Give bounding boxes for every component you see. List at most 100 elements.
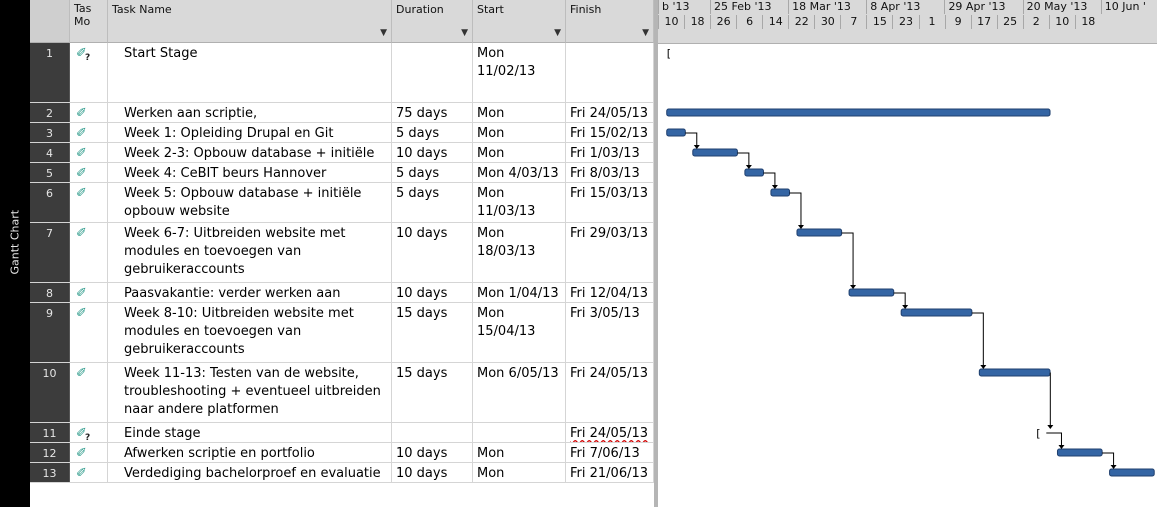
start-cell[interactable]: Mon 1/04/13 — [473, 283, 566, 302]
task-mode-cell[interactable]: ✐ — [70, 363, 108, 422]
row-id-cell[interactable]: 9 — [30, 303, 70, 362]
chevron-down-icon[interactable]: ▼ — [380, 28, 387, 38]
task-mode-cell[interactable]: ✐? — [70, 423, 108, 442]
task-bar[interactable] — [900, 308, 973, 317]
task-bar[interactable] — [1109, 468, 1155, 477]
duration-cell[interactable]: 5 days — [392, 123, 473, 142]
task-row[interactable]: 5 ✐ Week 4: CeBIT beurs Hannover 5 days Mon … — [30, 163, 654, 183]
task-row[interactable]: 3 ✐ Week 1: Opleiding Drupal en Git 5 days M… — [30, 123, 654, 143]
task-bar[interactable] — [666, 128, 686, 137]
task-bar[interactable] — [1056, 448, 1103, 457]
task-mode-cell[interactable]: ✐ — [70, 463, 108, 482]
finish-cell[interactable]: Fri 24/05/13 — [566, 423, 654, 442]
finish-cell[interactable]: Fri 21/06/13 — [566, 463, 654, 482]
column-header-task-name[interactable]: Task Name ▼ — [108, 0, 392, 43]
task-name-cell[interactable]: Week 8-10: Uitbreiden website met module… — [108, 303, 392, 362]
task-bar[interactable] — [744, 168, 764, 177]
start-cell[interactable]: Mon 4/03/13 — [473, 163, 566, 182]
task-mode-cell[interactable]: ✐ — [70, 443, 108, 462]
task-name-cell[interactable]: Paasvakantie: verder werken aan website — [108, 283, 392, 302]
start-cell[interactable]: Mon 11/02/13 — [473, 123, 566, 142]
task-mode-cell[interactable]: ✐ — [70, 163, 108, 182]
start-cell[interactable] — [473, 423, 566, 442]
task-name-cell[interactable]: Afwerken scriptie en portfolio — [108, 443, 392, 462]
duration-cell[interactable]: 10 days — [392, 223, 473, 282]
task-name-cell[interactable]: Week 2-3: Opbouw database + initiële opb… — [108, 143, 392, 162]
duration-cell[interactable] — [392, 43, 473, 102]
task-row[interactable]: 7 ✐ Week 6-7: Uitbreiden website met modul… — [30, 223, 654, 283]
chevron-down-icon[interactable]: ▼ — [461, 28, 468, 38]
task-row[interactable]: 1 ✐? Start Stage Mon 11/02/13 — [30, 43, 654, 103]
row-id-cell[interactable]: 6 — [30, 183, 70, 222]
task-name-cell[interactable]: Einde stage — [108, 423, 392, 442]
task-bar[interactable] — [848, 288, 895, 297]
task-row[interactable]: 10 ✐ Week 11-13: Testen van de website, tr… — [30, 363, 654, 423]
task-name-cell[interactable]: Week 4: CeBIT beurs Hannover — [108, 163, 392, 182]
column-header-start[interactable]: Start ▼ — [473, 0, 566, 43]
task-name-cell[interactable]: Start Stage — [108, 43, 392, 102]
task-name-cell[interactable]: Week 5: Opbouw database + initiële opbou… — [108, 183, 392, 222]
task-row[interactable]: 8 ✐ Paasvakantie: verder werken aan websit… — [30, 283, 654, 303]
task-bar[interactable] — [978, 368, 1051, 377]
task-mode-cell[interactable]: ✐ — [70, 143, 108, 162]
finish-cell[interactable]: Fri 3/05/13 — [566, 303, 654, 362]
chevron-down-icon[interactable]: ▼ — [554, 28, 561, 38]
task-mode-cell[interactable]: ✐ — [70, 183, 108, 222]
finish-cell[interactable]: Fri 15/02/13 — [566, 123, 654, 142]
finish-cell[interactable] — [566, 43, 654, 102]
duration-cell[interactable] — [392, 423, 473, 442]
view-bar[interactable]: Gantt Chart — [0, 0, 30, 507]
start-cell[interactable]: Mon 27/05/13 — [473, 443, 566, 462]
duration-cell[interactable]: 15 days — [392, 363, 473, 422]
duration-cell[interactable]: 10 days — [392, 143, 473, 162]
task-name-cell[interactable]: Week 6-7: Uitbreiden website met modules… — [108, 223, 392, 282]
finish-cell[interactable]: Fri 12/04/13 — [566, 283, 654, 302]
task-row[interactable]: 9 ✐ Week 8-10: Uitbreiden website met modu… — [30, 303, 654, 363]
task-row[interactable]: 12 ✐ Afwerken scriptie en portfolio 10 days… — [30, 443, 654, 463]
task-mode-cell[interactable]: ✐ — [70, 223, 108, 282]
task-name-cell[interactable]: Week 1: Opleiding Drupal en Git — [108, 123, 392, 142]
task-mode-cell[interactable]: ✐ — [70, 303, 108, 362]
start-cell[interactable]: Mon 11/02/13 — [473, 103, 566, 122]
task-row[interactable]: 2 ✐ Werken aan scriptie, voortgangsverslag… — [30, 103, 654, 123]
start-cell[interactable]: Mon 11/03/13 — [473, 183, 566, 222]
milestone-marker[interactable]: [ — [1036, 427, 1040, 440]
duration-cell[interactable]: 75 days — [392, 103, 473, 122]
task-bar[interactable] — [796, 228, 843, 237]
row-id-cell[interactable]: 1 — [30, 43, 70, 102]
finish-cell[interactable]: Fri 8/03/13 — [566, 163, 654, 182]
column-header-task-mode[interactable]: Tas Mo — [70, 0, 108, 43]
duration-cell[interactable]: 5 days — [392, 163, 473, 182]
milestone-marker[interactable]: [ — [667, 47, 671, 60]
task-bar[interactable] — [666, 108, 1051, 117]
row-id-cell[interactable]: 5 — [30, 163, 70, 182]
start-cell[interactable]: Mon 15/04/13 — [473, 303, 566, 362]
start-cell[interactable]: Mon 10/06/13 — [473, 463, 566, 482]
row-id-cell[interactable]: 10 — [30, 363, 70, 422]
finish-cell[interactable]: Fri 1/03/13 — [566, 143, 654, 162]
task-mode-cell[interactable]: ✐? — [70, 43, 108, 102]
start-cell[interactable]: Mon 18/03/13 — [473, 223, 566, 282]
row-id-cell[interactable]: 4 — [30, 143, 70, 162]
duration-cell[interactable]: 15 days — [392, 303, 473, 362]
task-row[interactable]: 6 ✐ Week 5: Opbouw database + initiële opb… — [30, 183, 654, 223]
row-id-cell[interactable]: 7 — [30, 223, 70, 282]
select-all-corner[interactable] — [30, 0, 70, 43]
task-name-cell[interactable]: Werken aan scriptie, voortgangsverslagen… — [108, 103, 392, 122]
task-mode-cell[interactable]: ✐ — [70, 283, 108, 302]
finish-cell[interactable]: Fri 7/06/13 — [566, 443, 654, 462]
finish-cell[interactable]: Fri 24/05/13 — [566, 103, 654, 122]
start-cell[interactable]: Mon 18/02/13 — [473, 143, 566, 162]
task-bar[interactable] — [770, 188, 791, 197]
task-name-cell[interactable]: Verdediging bachelorproef en evaluatie — [108, 463, 392, 482]
finish-cell[interactable]: Fri 24/05/13 — [566, 363, 654, 422]
task-row[interactable]: 13 ✐ Verdediging bachelorproef en evaluati… — [30, 463, 654, 483]
task-row[interactable]: 4 ✐ Week 2-3: Opbouw database + initiële o… — [30, 143, 654, 163]
task-mode-cell[interactable]: ✐ — [70, 123, 108, 142]
task-row[interactable]: 11 ✐? Einde stage Fri 24/05/13 — [30, 423, 654, 443]
finish-cell[interactable]: Fri 15/03/13 — [566, 183, 654, 222]
row-id-cell[interactable]: 13 — [30, 463, 70, 482]
row-id-cell[interactable]: 11 — [30, 423, 70, 442]
duration-cell[interactable]: 10 days — [392, 443, 473, 462]
start-cell[interactable]: Mon 11/02/13 — [473, 43, 566, 102]
